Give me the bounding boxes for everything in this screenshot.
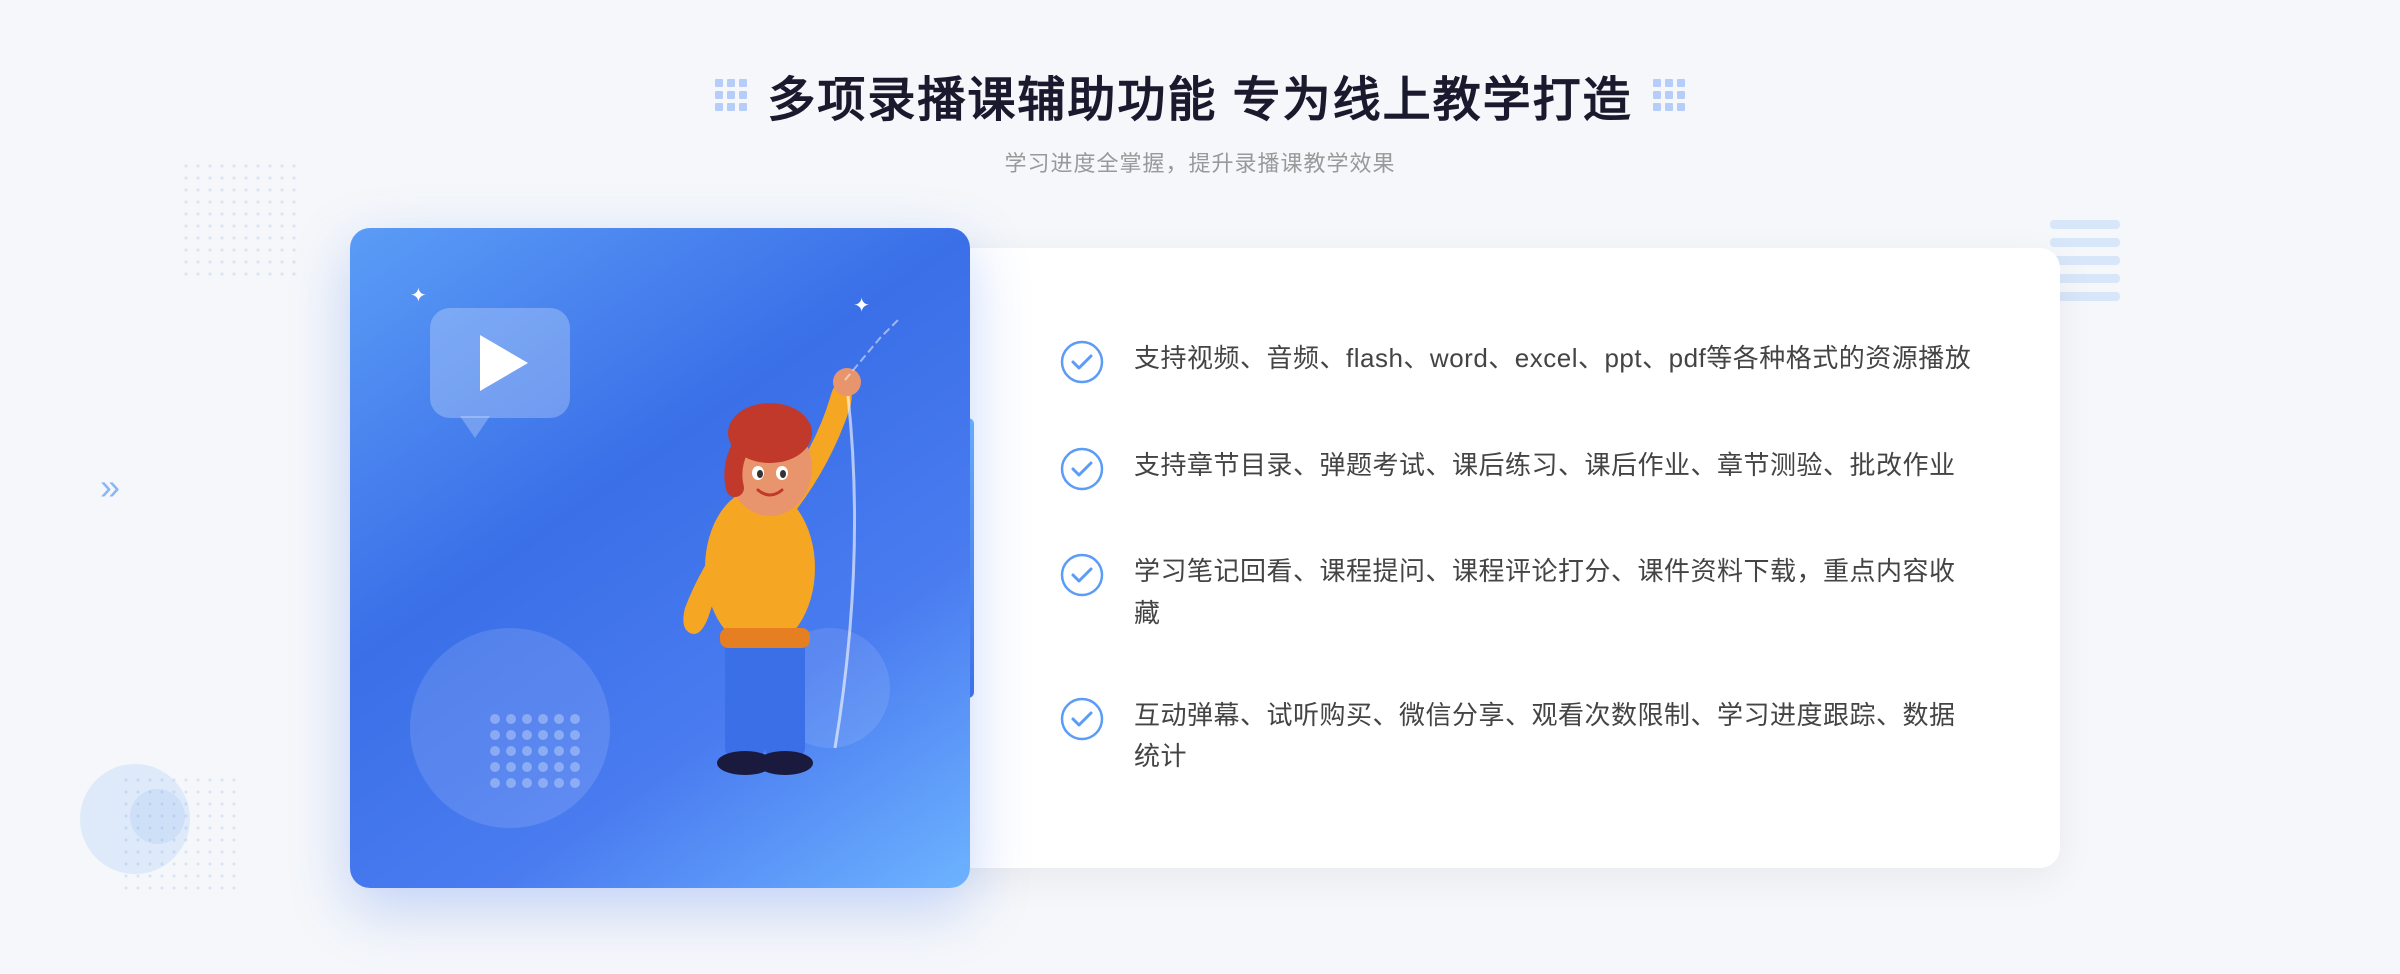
illustration-card: ✦ ✦	[350, 228, 970, 888]
feature-text-2: 支持章节目录、弹题考试、课后练习、课后作业、章节测验、批改作业	[1134, 445, 1956, 487]
page-container: 多项录播课辅助功能 专为线上教学打造 学习进度全掌握，提升录播课教学效果 » ✦…	[0, 0, 2400, 974]
play-icon	[480, 335, 528, 391]
feature-text-4: 互动弹幕、试听购买、微信分享、观看次数限制、学习进度跟踪、数据统计	[1134, 695, 1980, 778]
feature-item-2: 支持章节目录、弹题考试、课后练习、课后作业、章节测验、批改作业	[1060, 445, 1980, 491]
subtitle: 学习进度全掌握，提升录播课教学效果	[715, 146, 1684, 178]
feature-item-3: 学习笔记回看、课程提问、课程评论打分、课件资料下载，重点内容收藏	[1060, 551, 1980, 634]
content-area: ✦ ✦	[350, 228, 2050, 888]
header-section: 多项录播课辅助功能 专为线上教学打造 学习进度全掌握，提升录播课教学效果	[715, 60, 1684, 178]
sparkle-icon-1: ✦	[410, 283, 427, 308]
grid-icon-right	[1653, 79, 1685, 111]
features-panel: 支持视频、音频、flash、word、excel、ppt、pdf等各种格式的资源…	[940, 248, 2060, 868]
check-icon-4	[1060, 697, 1104, 741]
card-dots-grid	[490, 714, 580, 788]
speech-bubble	[430, 308, 570, 418]
person-illustration	[570, 308, 950, 888]
chevrons-icon: »	[100, 466, 120, 508]
feature-item-1: 支持视频、音频、flash、word、excel、ppt、pdf等各种格式的资源…	[1060, 338, 1980, 384]
dots-decoration-top-left	[180, 160, 300, 280]
grid-icon-left	[715, 79, 747, 111]
stripes-decoration	[2050, 220, 2120, 301]
check-icon-2	[1060, 447, 1104, 491]
play-area	[430, 308, 570, 418]
check-icon-1	[1060, 340, 1104, 384]
check-icon-3	[1060, 553, 1104, 597]
header-decorators: 多项录播课辅助功能 专为线上教学打造	[715, 60, 1684, 130]
feature-text-3: 学习笔记回看、课程提问、课程评论打分、课件资料下载，重点内容收藏	[1134, 551, 1980, 634]
deco-circle-inner	[130, 789, 185, 844]
feature-text-1: 支持视频、音频、flash、word、excel、ppt、pdf等各种格式的资源…	[1134, 338, 1971, 380]
feature-item-4: 互动弹幕、试听购买、微信分享、观看次数限制、学习进度跟踪、数据统计	[1060, 695, 1980, 778]
main-title: 多项录播课辅助功能 专为线上教学打造	[767, 60, 1632, 130]
features-panel-wrapper: 支持视频、音频、flash、word、excel、ppt、pdf等各种格式的资源…	[970, 248, 2060, 868]
